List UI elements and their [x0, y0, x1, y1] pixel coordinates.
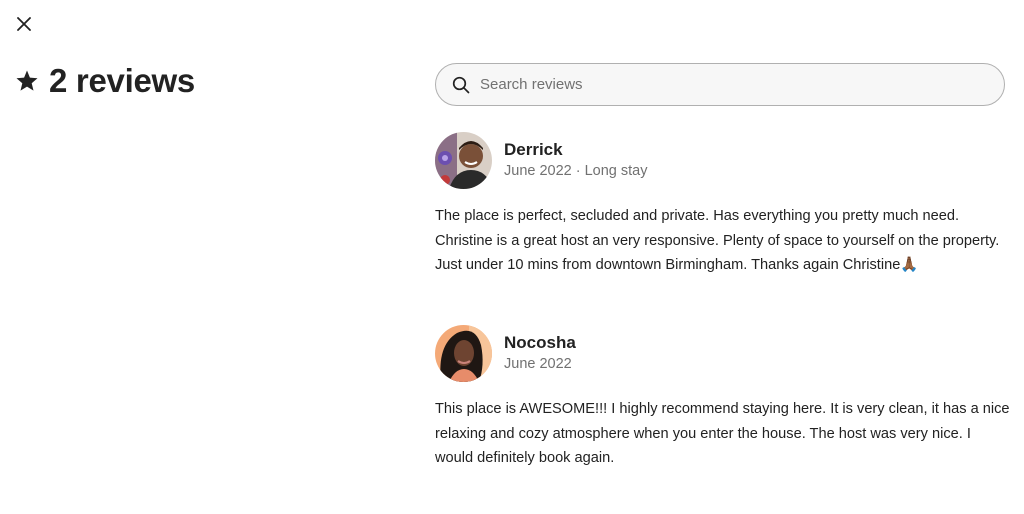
review-date: June 2022 · Long stay: [504, 163, 648, 179]
reviews-modal: 2 reviews Search reviews Derrick June 20…: [0, 0, 1024, 514]
avatar[interactable]: [435, 131, 492, 189]
review-date: June 2022: [504, 356, 572, 372]
reviewer-name: Derrick: [504, 140, 563, 159]
reviewer-name: Nocosha: [504, 333, 576, 352]
reviewer-meta: Nocosha June 2022: [504, 332, 576, 374]
review-header: Derrick June 2022 · Long stay: [435, 131, 1010, 189]
reviewer-meta: Derrick June 2022 · Long stay: [504, 139, 648, 181]
close-button[interactable]: [12, 12, 36, 36]
review-text: The place is perfect, secluded and priva…: [435, 208, 1000, 273]
review-item: Nocosha June 2022 This place is AWESOME!…: [435, 324, 1010, 471]
reviews-count-title: 2 reviews: [49, 62, 195, 99]
search-reviews-input[interactable]: [480, 76, 980, 93]
star-icon: [15, 69, 40, 94]
reviews-summary: 2 reviews: [15, 62, 195, 100]
search-icon: [452, 76, 470, 94]
review-item: Derrick June 2022 · Long stay The place …: [435, 131, 1010, 278]
avatar[interactable]: [435, 324, 492, 382]
review-text: This place is AWESOME!!! I highly recomm…: [435, 401, 1010, 466]
review-header: Nocosha June 2022: [435, 324, 1010, 382]
search-reviews-box[interactable]: [435, 63, 1005, 106]
close-icon: [17, 17, 31, 31]
